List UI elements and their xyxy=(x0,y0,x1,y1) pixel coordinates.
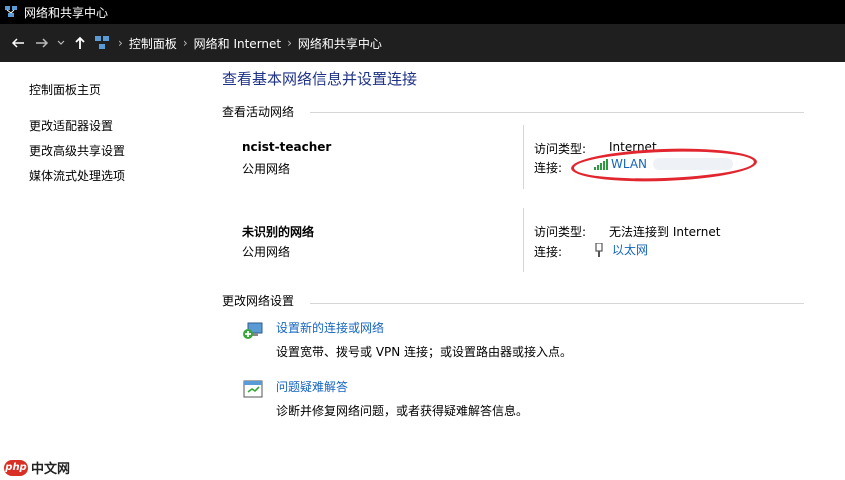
ethernet-icon xyxy=(595,242,603,257)
network-divider xyxy=(523,208,524,272)
setup-new-connection-link[interactable]: 设置新的连接或网络 xyxy=(276,319,572,336)
ethernet-connection-link[interactable]: 以太网 xyxy=(594,241,648,258)
access-type-label: 访问类型: xyxy=(534,142,587,156)
network-divider xyxy=(523,125,524,189)
task-troubleshoot: 问题疑难解答 诊断并修复网络问题，或者获得疑难解答信息。 xyxy=(242,378,528,419)
arrow-left-icon xyxy=(11,38,24,48)
troubleshoot-description: 诊断并修复网络问题，或者获得疑难解答信息。 xyxy=(276,404,529,418)
new-connection-icon xyxy=(243,322,263,339)
breadcrumb: › 控制面板 › 网络和 Internet › 网络和共享中心 xyxy=(118,35,388,52)
troubleshoot-icon xyxy=(243,380,263,398)
forward-button[interactable] xyxy=(30,31,54,55)
recent-locations-button[interactable] xyxy=(54,31,68,55)
redacted-ssid xyxy=(653,158,734,170)
section-divider xyxy=(310,112,804,113)
task-new-connection: 设置新的连接或网络 设置宽带、拨号或 VPN 连接；或设置路由器或接入点。 xyxy=(242,319,572,360)
up-button[interactable] xyxy=(68,31,92,55)
back-button[interactable] xyxy=(6,31,30,55)
sidebar-item-advanced-sharing[interactable]: 更改高级共享设置 xyxy=(29,142,125,159)
sidebar-item-media-streaming[interactable]: 媒体流式处理选项 xyxy=(29,167,125,184)
change-settings-heading: 更改网络设置 xyxy=(222,294,295,308)
connection-label: 连接: xyxy=(534,245,563,259)
watermark-logo: php 中文网 xyxy=(4,458,70,477)
chevron-down-icon xyxy=(57,40,65,45)
breadcrumb-network-internet[interactable]: 网络和 Internet xyxy=(188,35,287,52)
sidebar-item-adapter-settings[interactable]: 更改适配器设置 xyxy=(29,117,113,134)
window-title: 网络和共享中心 xyxy=(24,5,109,20)
wlan-connection-link[interactable]: WLAN xyxy=(594,157,734,171)
page-title: 查看基本网络信息并设置连接 xyxy=(222,70,418,88)
window-titlebar: 网络和共享中心 xyxy=(0,0,845,24)
arrow-up-icon xyxy=(75,36,85,49)
network-center-icon xyxy=(5,6,17,17)
network-type: 公用网络 xyxy=(242,245,291,259)
setup-new-connection-description: 设置宽带、拨号或 VPN 连接；或设置路由器或接入点。 xyxy=(276,345,573,359)
sidebar-item-control-panel-home[interactable]: 控制面板主页 xyxy=(29,81,101,98)
breadcrumb-sharing-center[interactable]: 网络和共享中心 xyxy=(292,35,388,52)
breadcrumb-control-panel[interactable]: 控制面板 xyxy=(123,35,183,52)
network-type: 公用网络 xyxy=(242,162,291,176)
wifi-signal-icon xyxy=(594,159,608,170)
troubleshoot-link[interactable]: 问题疑难解答 xyxy=(276,378,528,395)
arrow-right-icon xyxy=(36,38,49,48)
network-name-ncist: ncist-teacher xyxy=(242,140,332,154)
location-network-icon xyxy=(95,36,109,49)
ethernet-link-text[interactable]: 以太网 xyxy=(612,241,648,258)
access-type-label: 访问类型: xyxy=(534,225,587,239)
network-name-unidentified: 未识别的网络 xyxy=(242,225,315,239)
main-content: 查看基本网络信息并设置连接 查看活动网络 ncist-teacher 公用网络 … xyxy=(210,62,845,480)
sidebar: 控制面板主页 更改适配器设置 更改高级共享设置 媒体流式处理选项 xyxy=(0,62,210,480)
watermark-badge: php xyxy=(4,459,28,476)
wlan-link-text[interactable]: WLAN xyxy=(611,157,647,171)
access-type-value: 无法连接到 Internet xyxy=(609,225,721,239)
address-bar: › 控制面板 › 网络和 Internet › 网络和共享中心 xyxy=(0,24,845,62)
watermark-text: 中文网 xyxy=(31,462,71,477)
section-divider xyxy=(310,303,804,304)
access-type-value: Internet xyxy=(609,140,657,154)
active-networks-heading: 查看活动网络 xyxy=(222,105,295,119)
connection-label: 连接: xyxy=(534,161,563,175)
